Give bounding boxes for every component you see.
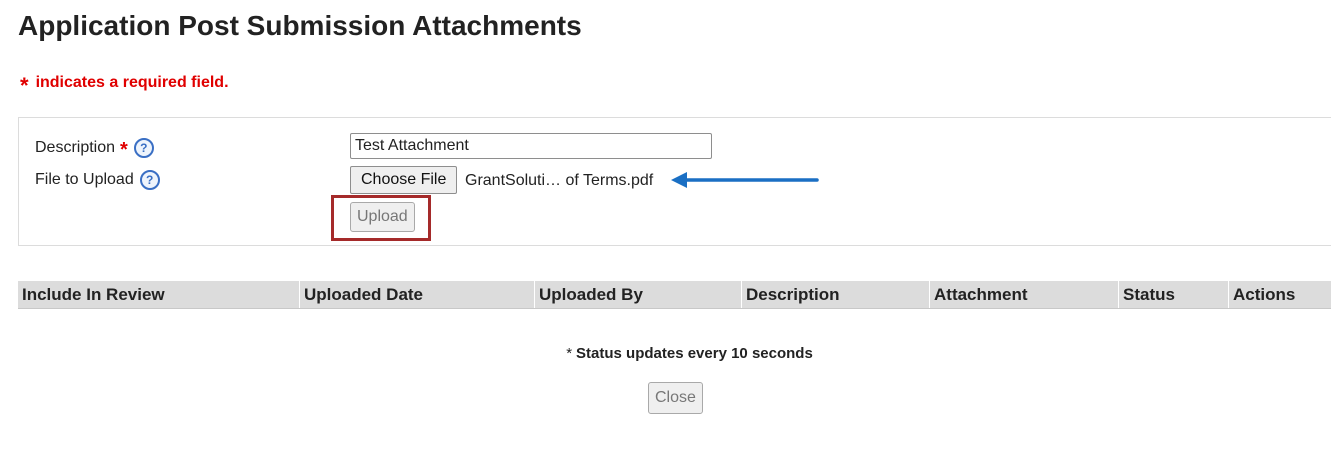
- attachments-table-header: Include In Review Uploaded Date Uploaded…: [18, 281, 1331, 309]
- page-title: Application Post Submission Attachments: [18, 10, 582, 41]
- status-update-note: * Status updates every 10 seconds: [0, 345, 1331, 362]
- required-field-note: * indicates a required field.: [20, 73, 229, 98]
- column-header-include-in-review: Include In Review: [18, 281, 300, 308]
- column-header-description: Description: [742, 281, 930, 308]
- column-header-attachment: Attachment: [930, 281, 1119, 308]
- upload-button[interactable]: Upload: [350, 202, 415, 232]
- required-star-icon: *: [120, 139, 128, 161]
- description-label-row: Description * ?: [35, 136, 154, 161]
- file-to-upload-label: File to Upload: [35, 171, 134, 188]
- attachment-form-panel: Description * ? File to Upload ? Choose …: [18, 117, 1331, 246]
- close-button[interactable]: Close: [648, 382, 703, 414]
- arrow-left-icon: [671, 172, 819, 188]
- help-icon[interactable]: ?: [133, 137, 154, 158]
- description-input[interactable]: [350, 133, 712, 159]
- help-icon[interactable]: ?: [139, 170, 160, 190]
- file-label-row: File to Upload ?: [35, 170, 160, 190]
- status-asterisk: *: [566, 345, 573, 362]
- required-star-icon: *: [20, 73, 29, 98]
- status-note-text: Status updates every 10 seconds: [576, 345, 813, 362]
- choose-file-button[interactable]: Choose File: [350, 166, 458, 194]
- chosen-file-name: GrantSoluti… of Terms.pdf: [465, 172, 654, 189]
- column-header-uploaded-by: Uploaded By: [535, 281, 742, 308]
- column-header-actions: Actions: [1233, 284, 1296, 304]
- description-label: Description: [35, 138, 116, 156]
- column-header-uploaded-date: Uploaded Date: [300, 281, 535, 308]
- required-note-text: indicates a required field.: [35, 74, 229, 91]
- column-header-status: Status: [1119, 281, 1229, 308]
